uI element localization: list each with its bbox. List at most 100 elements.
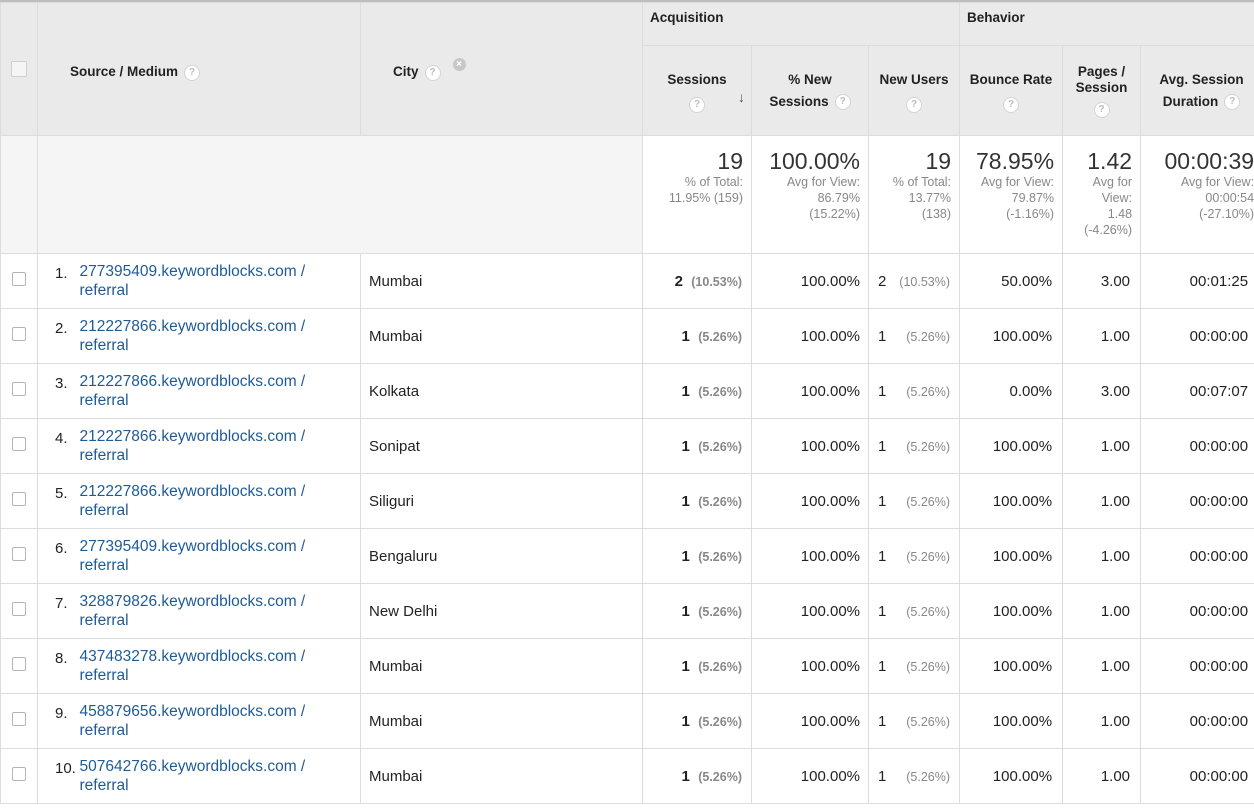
source-medium-link[interactable]: 458879656.keywordblocks.com / referral xyxy=(80,702,361,740)
totals-bounce-sub3: (-1.16%) xyxy=(1006,207,1055,221)
sessions-value: 1 xyxy=(681,547,690,565)
sessions-pct: (5.26%) xyxy=(698,439,742,454)
new-users-value: 2 xyxy=(878,272,887,290)
sessions-cell: 1 (5.26%) xyxy=(642,308,752,364)
new-users-cell: 1 (5.26%) xyxy=(867,363,961,419)
source-medium-link[interactable]: 212227866.keywordblocks.com / referral xyxy=(80,482,361,520)
new-users-pct: (5.26%) xyxy=(906,714,951,729)
group-header-acquisition: Acquisition xyxy=(641,2,961,46)
new-users-cell: 1 (5.26%) xyxy=(867,308,961,364)
help-icon[interactable]: ? xyxy=(1224,93,1241,110)
row-checkbox[interactable] xyxy=(12,547,26,562)
sessions-cell: 1 (5.26%) xyxy=(642,583,752,639)
row-checkbox[interactable] xyxy=(12,492,26,507)
new-users-value: 1 xyxy=(878,712,887,730)
totals-pages-sub4: (-4.26%) xyxy=(1084,223,1133,237)
sessions-cell: 1 (5.26%) xyxy=(642,638,752,694)
city-cell: Bengaluru xyxy=(360,528,643,584)
pct-new-sessions-label-line1: % New xyxy=(788,71,832,87)
table-row: 7. 328879826.keywordblocks.com / referral… xyxy=(0,583,1254,639)
source-medium-link[interactable]: 277395409.keywordblocks.com / referral xyxy=(80,537,361,575)
column-header-bounce-rate[interactable]: Bounce Rate ? xyxy=(959,45,1064,136)
row-checkbox[interactable] xyxy=(12,272,26,287)
source-medium-line1: 277395409.keywordblocks.com / xyxy=(79,263,306,280)
row-checkbox[interactable] xyxy=(12,657,26,672)
pct-new-sessions-cell: 100.00% xyxy=(751,693,869,749)
column-header-sessions[interactable]: Sessions ? ↓ xyxy=(642,45,752,136)
source-medium-link[interactable]: 212227866.keywordblocks.com / referral xyxy=(80,317,361,355)
source-medium-link[interactable]: 277395409.keywordblocks.com / referral xyxy=(80,262,361,300)
new-users-cell: 1 (5.26%) xyxy=(867,418,961,474)
row-index: 6. xyxy=(37,528,80,584)
select-all-checkbox[interactable] xyxy=(11,61,27,78)
help-icon[interactable]: ? xyxy=(1003,96,1020,113)
row-checkbox[interactable] xyxy=(12,327,26,342)
source-medium-link[interactable]: 437483278.keywordblocks.com / referral xyxy=(80,647,361,685)
sessions-pct: (5.26%) xyxy=(698,714,742,729)
help-icon[interactable]: ? xyxy=(834,93,851,110)
totals-sessions-sub2: 11.95% (159) xyxy=(668,191,743,205)
row-index: 5. xyxy=(37,473,80,529)
sessions-cell: 1 (5.26%) xyxy=(642,418,752,474)
totals-pages-sub1: Avg for xyxy=(1092,175,1133,189)
new-users-cell: 2 (10.53%) xyxy=(867,253,961,309)
group-header-behavior: Behavior xyxy=(959,2,1254,46)
table-row: 2. 212227866.keywordblocks.com / referral… xyxy=(0,308,1254,364)
source-medium-line2: referral xyxy=(79,502,129,519)
source-medium-link[interactable]: 212227866.keywordblocks.com / referral xyxy=(80,372,361,410)
source-medium-cell: 277395409.keywordblocks.com / referral xyxy=(79,253,361,309)
help-icon[interactable]: ? xyxy=(184,64,201,81)
remove-dimension-icon[interactable]: × xyxy=(452,58,466,72)
source-medium-cell: 212227866.keywordblocks.com / referral xyxy=(79,473,361,529)
row-checkbox[interactable] xyxy=(12,382,26,397)
column-header-new-users[interactable]: New Users ? xyxy=(867,45,961,136)
bounce-rate-cell: 100.00% xyxy=(959,528,1064,584)
sessions-value: 1 xyxy=(681,602,690,620)
source-medium-line2: referral xyxy=(79,337,129,354)
source-medium-link[interactable]: 507642766.keywordblocks.com / referral xyxy=(80,757,361,795)
row-index: 8. xyxy=(37,638,80,694)
row-select-cell xyxy=(0,363,38,419)
table-row: 6. 277395409.keywordblocks.com / referral… xyxy=(0,528,1254,584)
new-users-cell: 1 (5.26%) xyxy=(867,693,961,749)
sessions-cell: 1 (5.26%) xyxy=(642,748,752,804)
source-medium-link[interactable]: 212227866.keywordblocks.com / referral xyxy=(80,427,361,465)
row-checkbox[interactable] xyxy=(12,767,26,782)
source-medium-link[interactable]: 328879826.keywordblocks.com / referral xyxy=(80,592,361,630)
city-cell: Siliguri xyxy=(360,473,643,529)
avg-session-duration-cell: 00:00:00 xyxy=(1140,308,1254,364)
help-icon[interactable]: ? xyxy=(906,96,923,113)
new-users-value: 1 xyxy=(878,327,887,345)
city-cell: Mumbai xyxy=(360,253,643,309)
column-header-pct-new-sessions[interactable]: % New Sessions? xyxy=(751,45,869,136)
new-users-value: 1 xyxy=(878,382,887,400)
pct-new-sessions-cell: 100.00% xyxy=(751,748,869,804)
totals-bounce-value: 78.95% xyxy=(976,148,1055,174)
avg-session-duration-cell: 00:00:00 xyxy=(1140,638,1254,694)
column-header-city[interactable]: City ? × xyxy=(360,2,643,136)
sessions-cell: 1 (5.26%) xyxy=(642,528,752,584)
row-checkbox[interactable] xyxy=(12,602,26,617)
sessions-value: 1 xyxy=(681,492,690,510)
help-icon[interactable]: ? xyxy=(424,64,441,81)
bounce-rate-cell: 50.00% xyxy=(959,253,1064,309)
sessions-value: 1 xyxy=(681,657,690,675)
row-index: 10. xyxy=(37,748,80,804)
new-users-value: 1 xyxy=(878,547,887,565)
bounce-rate-cell: 100.00% xyxy=(959,473,1064,529)
source-medium-cell: 507642766.keywordblocks.com / referral xyxy=(79,748,361,804)
avg-session-duration-cell: 00:00:00 xyxy=(1140,528,1254,584)
column-header-source-medium[interactable]: Source / Medium? xyxy=(37,2,361,136)
column-header-avg-session-duration[interactable]: Avg. Session Duration? xyxy=(1140,45,1254,136)
sessions-label: Sessions xyxy=(667,71,727,87)
sessions-value: 1 xyxy=(681,382,690,400)
totals-new-users-sub3: (138) xyxy=(921,207,952,221)
row-checkbox[interactable] xyxy=(12,712,26,727)
column-header-pages-session[interactable]: Pages / Session ? xyxy=(1062,45,1142,136)
help-icon[interactable]: ? xyxy=(1093,101,1110,118)
city-cell: Mumbai xyxy=(360,748,643,804)
pct-new-sessions-label-line2: Sessions xyxy=(769,93,829,109)
totals-blank xyxy=(0,135,38,254)
help-icon[interactable]: ? xyxy=(689,96,705,113)
row-checkbox[interactable] xyxy=(12,437,26,452)
